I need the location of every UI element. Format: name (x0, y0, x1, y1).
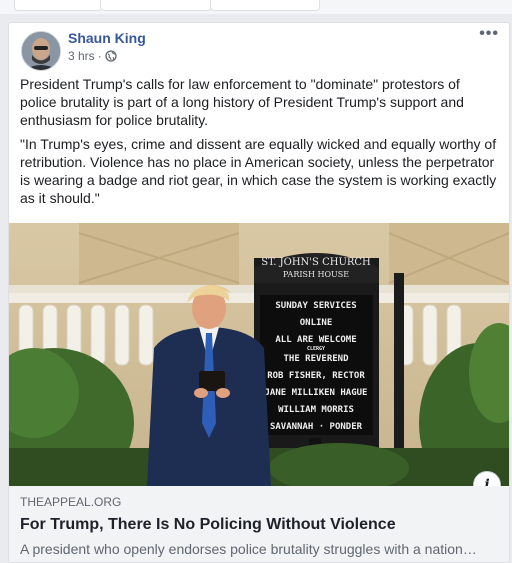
post-card: Shaun King 3 hrs · ••• President Trump's… (8, 22, 510, 563)
sign-line: ROB FISHER, RECTOR (267, 371, 365, 381)
link-description: A president who openly endorses police b… (20, 541, 477, 557)
photo-illustration: ST. JOHN'S CHURCH PARISH HOUSE SUNDAY SE… (9, 223, 509, 486)
sign-line: WILLIAM MORRIS (278, 405, 354, 415)
top-action-segment[interactable] (14, 0, 102, 11)
sign-line: JANE MILLIKEN HAGUE (265, 388, 368, 398)
post-paragraph: "In Trump's eyes, crime and dissent are … (20, 136, 497, 206)
top-action-bar (0, 0, 512, 14)
link-preview[interactable]: THEAPPEAL.ORG For Trump, There Is No Pol… (9, 486, 509, 562)
link-title[interactable]: For Trump, There Is No Policing Without … (20, 515, 498, 535)
globe-icon[interactable] (105, 50, 117, 62)
link-domain: THEAPPEAL.ORG (20, 495, 122, 509)
author-name[interactable]: Shaun King (68, 30, 146, 46)
top-action-segment[interactable] (100, 0, 212, 11)
avatar-image (22, 32, 60, 70)
sign-line: SUNDAY SERVICES (275, 301, 356, 311)
avatar[interactable] (21, 31, 61, 71)
post-timestamp[interactable]: 3 hrs (68, 49, 95, 63)
top-action-segment[interactable] (210, 0, 320, 11)
sign-line: THE REVEREND (283, 354, 349, 364)
meta-separator: · (97, 49, 102, 63)
shared-link-image[interactable]: ST. JOHN'S CHURCH PARISH HOUSE SUNDAY SE… (9, 223, 509, 486)
more-options-button[interactable]: ••• (479, 25, 499, 43)
post-body: President Trump's calls for law enforcem… (20, 75, 500, 213)
sign-line: ONLINE (300, 318, 333, 328)
sign-header-line-1: ST. JOHN'S CHURCH (261, 257, 371, 268)
sign-line: SAVANNAH · PONDER (270, 422, 363, 432)
sign-line: CLERGY (307, 346, 325, 352)
sign-line: ALL ARE WELCOME (275, 335, 356, 345)
post-paragraph: President Trump's calls for law enforcem… (20, 76, 464, 128)
post-meta: 3 hrs · (68, 49, 117, 63)
sign-header-line-2: PARISH HOUSE (283, 270, 349, 279)
